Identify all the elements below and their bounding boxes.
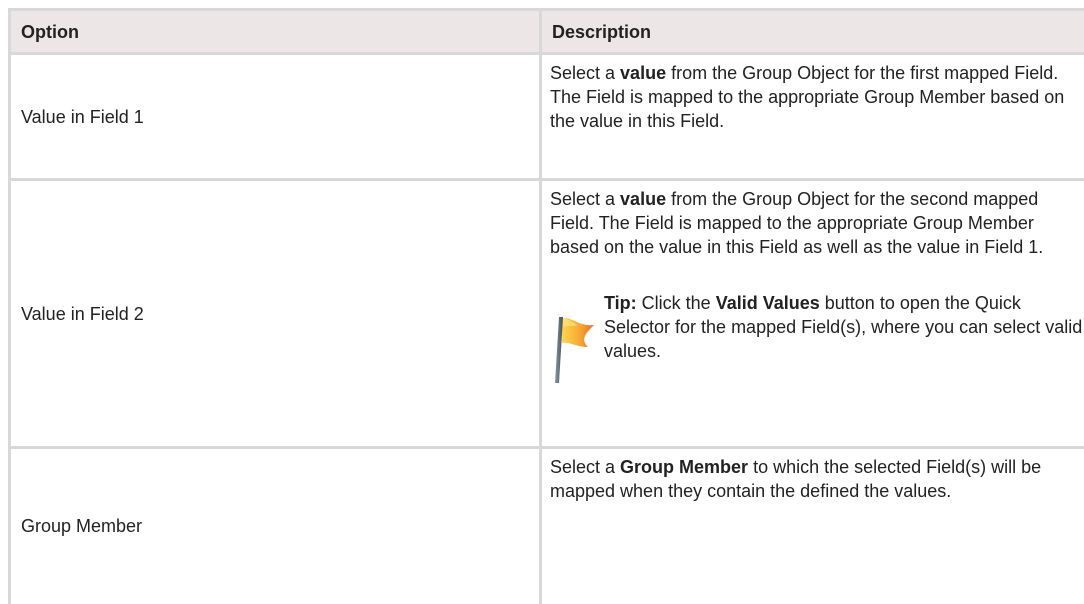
- description-paragraph: Select a value from the Group Object for…: [550, 187, 1084, 259]
- description-bold: Group Member: [620, 457, 748, 477]
- flag-icon: [550, 313, 596, 385]
- description-cell: Select a value from the Group Object for…: [541, 54, 1084, 180]
- table-row: Group Member Select a Group Member to wh…: [10, 448, 1084, 604]
- description-text: Select a: [550, 189, 620, 209]
- option-cell: Value in Field 1: [10, 54, 541, 180]
- tip-label: Tip:: [604, 293, 637, 313]
- description-bold: value: [620, 189, 666, 209]
- table-row: Value in Field 2 Select a value from the…: [10, 180, 1084, 448]
- tip-text: Tip: Click the Valid Values button to op…: [604, 291, 1084, 363]
- tip-bold: Valid Values: [716, 293, 820, 313]
- tip-text-part: Click the: [637, 293, 716, 313]
- description-bold: value: [620, 63, 666, 83]
- option-cell: Value in Field 2: [10, 180, 541, 448]
- description-text: Select a: [550, 457, 620, 477]
- options-table: Option Description Value in Field 1 Sele…: [8, 8, 1084, 604]
- option-cell: Group Member: [10, 448, 541, 604]
- table-row: Value in Field 1 Select a value from the…: [10, 54, 1084, 180]
- description-cell: Select a value from the Group Object for…: [541, 180, 1084, 448]
- header-description: Description: [541, 10, 1084, 54]
- table-header-row: Option Description: [10, 10, 1084, 54]
- header-option: Option: [10, 10, 541, 54]
- tip-note: Tip: Click the Valid Values button to op…: [550, 291, 1084, 385]
- description-cell: Select a Group Member to which the selec…: [541, 448, 1084, 604]
- description-text: Select a: [550, 63, 620, 83]
